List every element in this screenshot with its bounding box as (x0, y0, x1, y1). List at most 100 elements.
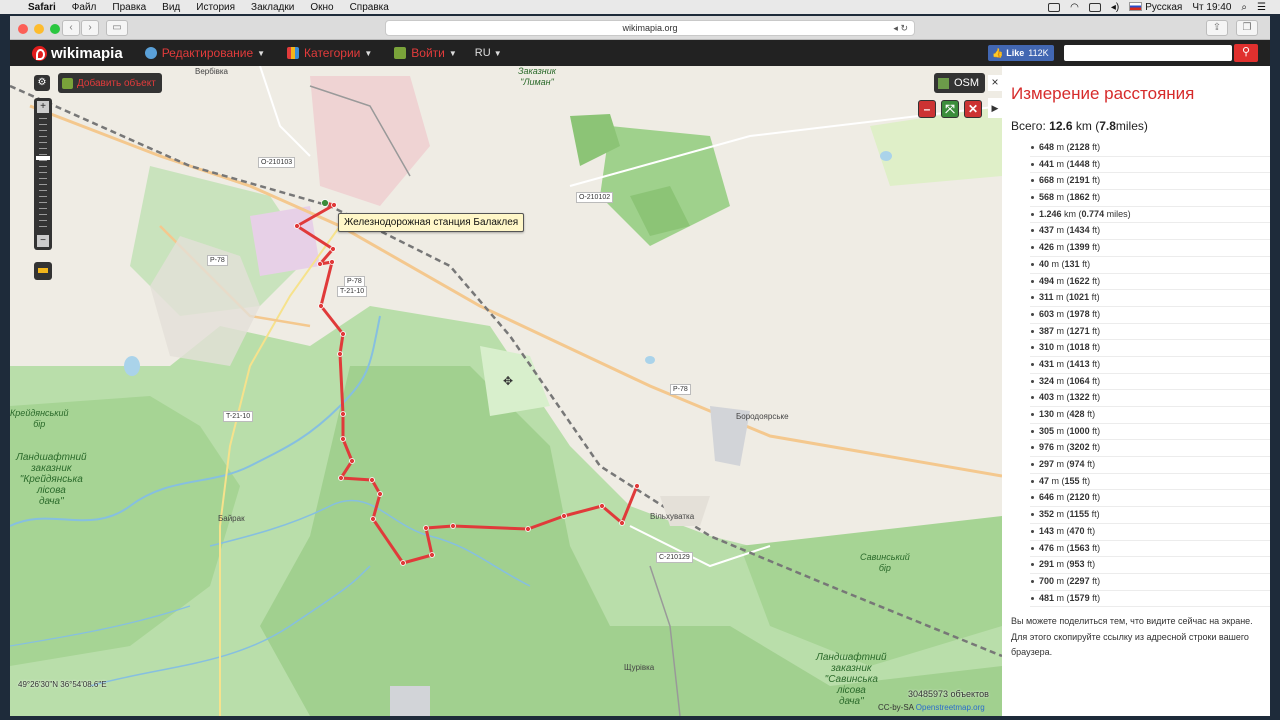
route-vertex[interactable] (423, 525, 429, 531)
ruler-button[interactable] (34, 262, 52, 280)
search-input[interactable] (1064, 45, 1232, 61)
route-vertex[interactable] (337, 351, 343, 357)
route-vertex[interactable] (338, 475, 344, 481)
menu-file[interactable]: Файл (72, 2, 97, 13)
segment-value: 476 (1039, 542, 1055, 553)
segment-value: 297 (1039, 459, 1055, 470)
sidebar-toggle-icon[interactable]: ▭ (106, 20, 128, 36)
route-vertex[interactable] (370, 516, 376, 522)
segment-unit: m (1056, 225, 1065, 236)
wikimapia-logo[interactable]: wikimapia (32, 45, 123, 62)
route-vertex[interactable] (294, 223, 300, 229)
segment-value: 403 (1039, 392, 1055, 403)
status-icon[interactable] (1048, 2, 1061, 12)
menu-view[interactable]: Вид (162, 2, 180, 13)
segment-item: 403 m (1322 ft) (1030, 390, 1270, 407)
segment-imperial: 428 (1069, 409, 1085, 419)
url-text: wikimapia.org (622, 23, 678, 33)
spotlight-icon[interactable]: ⌕ (1241, 2, 1247, 13)
route-vertex[interactable] (318, 303, 324, 309)
forward-button[interactable]: › (81, 20, 99, 36)
reload-icon[interactable]: ↻ (900, 23, 908, 33)
menu-app[interactable]: Safari (28, 2, 56, 13)
segment-unit: m (1056, 442, 1065, 453)
menu-window[interactable]: Окно (310, 2, 333, 13)
menu-help[interactable]: Справка (350, 2, 389, 13)
menu-bookmarks[interactable]: Закладки (251, 2, 294, 13)
audio-icon[interactable]: ◂ (893, 23, 898, 33)
segment-item: 143 m (470 ft) (1030, 524, 1270, 541)
route-vertex[interactable] (330, 246, 336, 252)
route-vertex[interactable] (340, 331, 346, 337)
search-icon: ⚲ (1241, 46, 1251, 58)
segment-value: 387 (1039, 325, 1055, 336)
input-source[interactable]: Русская (1129, 2, 1182, 13)
volume-icon[interactable]: ◂) (1111, 2, 1119, 13)
notification-center-icon[interactable]: ☰ (1257, 2, 1266, 13)
route-vertex[interactable] (349, 458, 355, 464)
panel-toggle-button[interactable]: ▶ (988, 98, 1002, 118)
layer-selector-button[interactable]: OSM (934, 73, 986, 93)
route-line[interactable] (295, 201, 639, 565)
chevron-down-icon: ▼ (364, 48, 373, 58)
search-button[interactable]: ⚲ (1234, 44, 1258, 62)
attribution-link[interactable]: Openstreetmap.org (916, 703, 985, 712)
airplay-icon[interactable] (1088, 2, 1101, 12)
menu-edit-mode[interactable]: Редактирование ▼ (144, 46, 265, 60)
route-vertex[interactable] (369, 477, 375, 483)
zoom-in-button[interactable]: + (37, 101, 49, 113)
route-vertex[interactable] (429, 552, 435, 558)
clear-measurement-button[interactable]: ✕ (964, 100, 982, 118)
place-label: Байрак (218, 514, 245, 523)
route-vertex[interactable] (599, 503, 605, 509)
address-bar[interactable]: wikimapia.org ◂ ↻ (385, 20, 915, 36)
route-vertex[interactable] (321, 199, 329, 207)
window-close-button[interactable] (18, 24, 28, 34)
segment-value: 1.246 (1039, 208, 1062, 219)
route-vertex[interactable] (331, 202, 337, 208)
window-minimize-button[interactable] (34, 24, 44, 34)
route-vertex[interactable] (634, 483, 640, 489)
zoom-out-button[interactable]: − (37, 235, 49, 247)
facebook-like-button[interactable]: 👍 Like 112K (988, 45, 1054, 61)
segment-item: 130 m (428 ft) (1030, 407, 1270, 424)
zoom-slider-handle[interactable] (36, 156, 50, 160)
add-object-button[interactable]: Добавить объект (58, 73, 162, 93)
back-button[interactable]: ‹ (62, 20, 80, 36)
route-vertex[interactable] (619, 520, 625, 526)
fit-route-button[interactable]: ⤧ (941, 100, 959, 118)
remove-point-button[interactable]: – (918, 100, 936, 118)
route-vertex[interactable] (317, 261, 323, 267)
tabs-overview-icon[interactable]: ❐ (1236, 20, 1258, 36)
share-icon[interactable]: ⇪ (1206, 20, 1228, 36)
map-layer-icon (938, 77, 949, 89)
segment-item: 431 m (1413 ft) (1030, 357, 1270, 374)
clock[interactable]: Чт 19:40 (1192, 2, 1231, 13)
menu-login[interactable]: Войти ▼ (394, 46, 457, 60)
close-panel-button[interactable]: × (988, 75, 1002, 91)
segment-imperial-unit: ft (1092, 242, 1098, 253)
map-canvas[interactable]: Вербівка Заказник "Лиман" Бородоярське В… (10, 66, 1002, 716)
segment-imperial-unit: ft (1092, 358, 1098, 369)
menu-history[interactable]: История (196, 2, 235, 13)
route-vertex[interactable] (400, 560, 406, 566)
language-selector[interactable]: RU ▼ (475, 47, 502, 59)
menu-edit[interactable]: Правка (112, 2, 146, 13)
menu-categories[interactable]: Категории ▼ (287, 46, 372, 60)
fb-like-label: Like (1006, 48, 1025, 58)
zoom-slider[interactable] (39, 118, 47, 228)
wifi-icon[interactable]: ◠ (1070, 2, 1079, 13)
map-attribution: CC-by-SA Openstreetmap.org (878, 703, 985, 712)
route-vertex[interactable] (340, 411, 346, 417)
route-vertex[interactable] (340, 436, 346, 442)
route-vertex[interactable] (329, 259, 335, 265)
window-maximize-button[interactable] (50, 24, 60, 34)
segment-value: 130 (1039, 409, 1055, 419)
route-vertex[interactable] (525, 526, 531, 532)
settings-button[interactable]: ⚙ (34, 75, 50, 91)
route-vertex[interactable] (561, 513, 567, 519)
measurement-route[interactable] (10, 66, 1002, 716)
input-source-label: Русская (1145, 1, 1183, 13)
route-vertex[interactable] (450, 523, 456, 529)
route-vertex[interactable] (377, 491, 383, 497)
